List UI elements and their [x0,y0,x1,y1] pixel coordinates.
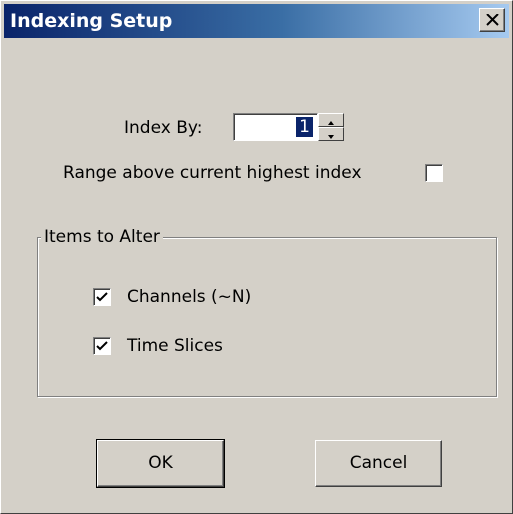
channels-label: Channels (~N) [127,287,252,307]
spin-down-button[interactable] [318,127,344,141]
index-by-label: Index By: [124,118,203,138]
time-slices-label: Time Slices [127,336,223,356]
items-to-alter-title: Items to Alter [41,227,163,247]
checkmark-icon [96,292,108,302]
range-above-checkbox[interactable] [425,164,443,182]
checkmark-icon [96,341,108,351]
dialog-title: Indexing Setup [10,10,173,32]
channels-checkbox[interactable] [93,288,111,306]
index-by-input[interactable]: 1 [233,113,318,141]
indexing-setup-dialog: Indexing Setup Index By: 1 Range above c… [0,0,513,514]
title-bar[interactable]: Indexing Setup [4,4,509,38]
close-icon [486,14,499,26]
ok-button[interactable]: OK [96,439,225,488]
time-slices-checkbox[interactable] [93,337,111,355]
items-to-alter-group [37,237,497,397]
index-by-spinner[interactable] [318,113,344,141]
index-by-value: 1 [296,117,313,137]
spin-up-button[interactable] [318,113,344,127]
range-above-label: Range above current highest index [63,163,362,183]
close-button[interactable] [479,8,505,32]
cancel-button[interactable]: Cancel [315,440,442,487]
arrow-down-icon [328,135,334,139]
